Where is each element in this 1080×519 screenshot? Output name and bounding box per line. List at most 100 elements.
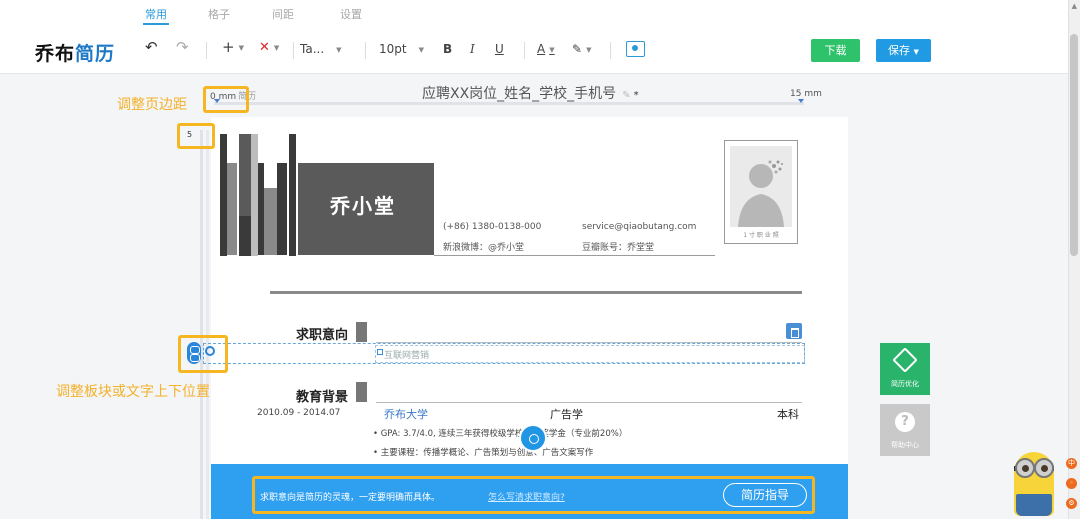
font-color-icon: A xyxy=(537,42,546,56)
chevron-down-icon: ▼ xyxy=(336,45,342,54)
tab-spacing[interactable]: 间距 xyxy=(272,6,294,22)
education-school[interactable]: 乔布大学 xyxy=(384,406,428,422)
edit-icon[interactable]: ✎ xyxy=(622,90,630,101)
annotation-margin-label: 调整页边距 xyxy=(117,97,187,113)
undo-icon[interactable]: ↶ xyxy=(145,38,158,56)
insert-image-icon[interactable] xyxy=(626,41,645,57)
font-family-select[interactable]: Ta... ▼ xyxy=(300,42,342,56)
highlight-button[interactable]: ✎ ▼ xyxy=(572,42,591,56)
avatar-placeholder-icon xyxy=(730,146,792,227)
mascot-eye xyxy=(1015,458,1035,478)
email-text[interactable]: service@qiaobutang.com xyxy=(582,222,696,232)
help-center-button[interactable]: ? 帮助中心 xyxy=(880,404,930,456)
tip-text: 求职意向是简历的灵魂，一定要明确而具体。 xyxy=(260,493,441,503)
candidate-name[interactable]: 乔小堂 xyxy=(330,190,396,219)
intent-value[interactable]: 互联网营销 xyxy=(384,348,429,361)
bold-button[interactable]: B xyxy=(443,42,452,56)
mascot-pupil xyxy=(1041,465,1048,472)
annotation-move-label: 调整板块或文字上下位置 xyxy=(56,384,210,400)
save-label: 保存 xyxy=(888,44,911,57)
tab-settings[interactable]: 设置 xyxy=(340,6,362,22)
unsaved-mark: * xyxy=(633,90,639,101)
douban-text[interactable]: 豆瓣账号：乔堂堂 xyxy=(582,240,654,253)
trash-icon[interactable] xyxy=(786,323,802,339)
decor-bar xyxy=(277,163,287,255)
toolbar-divider xyxy=(206,42,207,59)
section-title-intent[interactable]: 求职意向 xyxy=(296,324,348,343)
decor-bar xyxy=(220,134,227,256)
insert-section-icon[interactable] xyxy=(519,424,547,452)
contact-divider xyxy=(434,255,715,256)
chevron-down-icon: ▼ xyxy=(549,45,555,54)
toolbar: 乔布简历 ↶ ↷ + ▼ ✕ ▼ Ta... ▼ 10pt ▼ B I U A ▼ ✎ ▼ … xyxy=(0,28,1068,74)
toolbar-divider xyxy=(524,42,525,59)
delete-icon: ✕ xyxy=(259,40,270,55)
underline-button[interactable]: U xyxy=(495,42,504,56)
toolbar-divider xyxy=(610,42,611,59)
logo-part2: 简历 xyxy=(75,43,116,65)
font-size-value: 10pt xyxy=(379,42,407,56)
font-color-button[interactable]: A ▼ xyxy=(537,42,555,56)
download-button[interactable]: 下载 xyxy=(811,39,860,62)
document-title-text: 应聘XX岗位_姓名_学校_手机号 xyxy=(422,86,617,102)
toolbar-divider xyxy=(365,42,366,59)
scroll-up-icon[interactable]: ▲ xyxy=(1072,2,1077,10)
right-margin-handle[interactable] xyxy=(798,99,804,103)
mascot-pupil xyxy=(1022,465,1029,472)
menu-tabs: 常用 格子 间距 设置 xyxy=(0,0,1068,28)
header-divider xyxy=(270,291,802,294)
avatar-silhouette xyxy=(738,160,784,227)
save-button[interactable]: 保存 ▼ xyxy=(876,39,931,62)
optimize-label: 简历优化 xyxy=(891,380,919,388)
pencil-icon xyxy=(892,347,918,373)
photo-caption: 1 寸 职 业 照 xyxy=(743,232,779,239)
floating-widget-icon[interactable]: ◦ xyxy=(1066,478,1077,489)
mascot-icon[interactable] xyxy=(1006,444,1062,519)
section-marker xyxy=(356,322,367,342)
decor-bar xyxy=(251,134,258,256)
italic-button[interactable]: I xyxy=(470,42,475,56)
tab-common[interactable]: 常用 xyxy=(143,6,169,25)
annotation-highlight-box xyxy=(203,86,249,113)
education-bullet[interactable]: • 主要课程：传播学概论、广告策划与创意、广告文案写作 xyxy=(373,446,593,458)
education-major[interactable]: 广告学 xyxy=(550,406,583,422)
settings-icon[interactable]: ⚙ xyxy=(1066,498,1077,509)
font-family-value: Ta... xyxy=(300,42,325,56)
cursor-handle xyxy=(377,349,383,355)
decor-bar xyxy=(264,188,277,255)
redo-icon[interactable]: ↷ xyxy=(176,38,189,56)
chevron-down-icon: ▼ xyxy=(586,45,592,54)
delete-button[interactable]: ✕ ▼ xyxy=(259,40,279,55)
help-label: 帮助中心 xyxy=(891,441,919,449)
vertical-scrollbar[interactable]: ▲ xyxy=(1068,0,1080,519)
document-title[interactable]: 应聘XX岗位_姓名_学校_手机号 ✎ * xyxy=(422,83,639,103)
phone-text[interactable]: (+86) 1380-0138-000 xyxy=(443,222,541,232)
right-margin-value: 15 mm xyxy=(790,89,822,99)
logo-part1: 乔布 xyxy=(35,43,76,65)
decor-bar xyxy=(227,163,237,255)
floating-widget-icon[interactable]: 中 xyxy=(1066,458,1077,469)
education-date[interactable]: 2010.09 - 2014.07 xyxy=(257,408,340,418)
resume-guide-button[interactable]: 简历指导 xyxy=(723,483,807,507)
intent-field[interactable] xyxy=(375,345,805,363)
annotation-highlight-box xyxy=(178,335,228,373)
chevron-down-icon: ▼ xyxy=(273,43,280,52)
decor-bar xyxy=(289,134,296,256)
chevron-down-icon: ▼ xyxy=(238,43,244,52)
mascot-eye xyxy=(1034,458,1054,478)
horizontal-ruler xyxy=(214,102,804,105)
education-bullet[interactable]: • GPA: 3.7/4.0, 连续三年获得校级学校三等奖学金（专业前20%） xyxy=(373,427,627,439)
scroll-thumb[interactable] xyxy=(1070,34,1078,256)
tab-grid[interactable]: 格子 xyxy=(208,6,230,22)
app-logo[interactable]: 乔布简历 xyxy=(35,39,115,66)
font-size-select[interactable]: 10pt ▼ xyxy=(379,42,424,56)
help-icon: ? xyxy=(895,412,915,432)
weibo-text[interactable]: 新浪微博：@乔小堂 xyxy=(443,240,524,253)
section-title-education[interactable]: 教育背景 xyxy=(296,386,348,405)
education-degree[interactable]: 本科 xyxy=(777,406,799,422)
photo-frame[interactable]: 1 寸 职 业 照 xyxy=(724,140,798,244)
add-button[interactable]: + ▼ xyxy=(222,38,244,56)
annotation-highlight-box xyxy=(177,123,215,149)
tip-link[interactable]: 怎么写清求职意向? xyxy=(488,490,565,503)
resume-optimize-button[interactable]: 简历优化 xyxy=(880,343,930,395)
